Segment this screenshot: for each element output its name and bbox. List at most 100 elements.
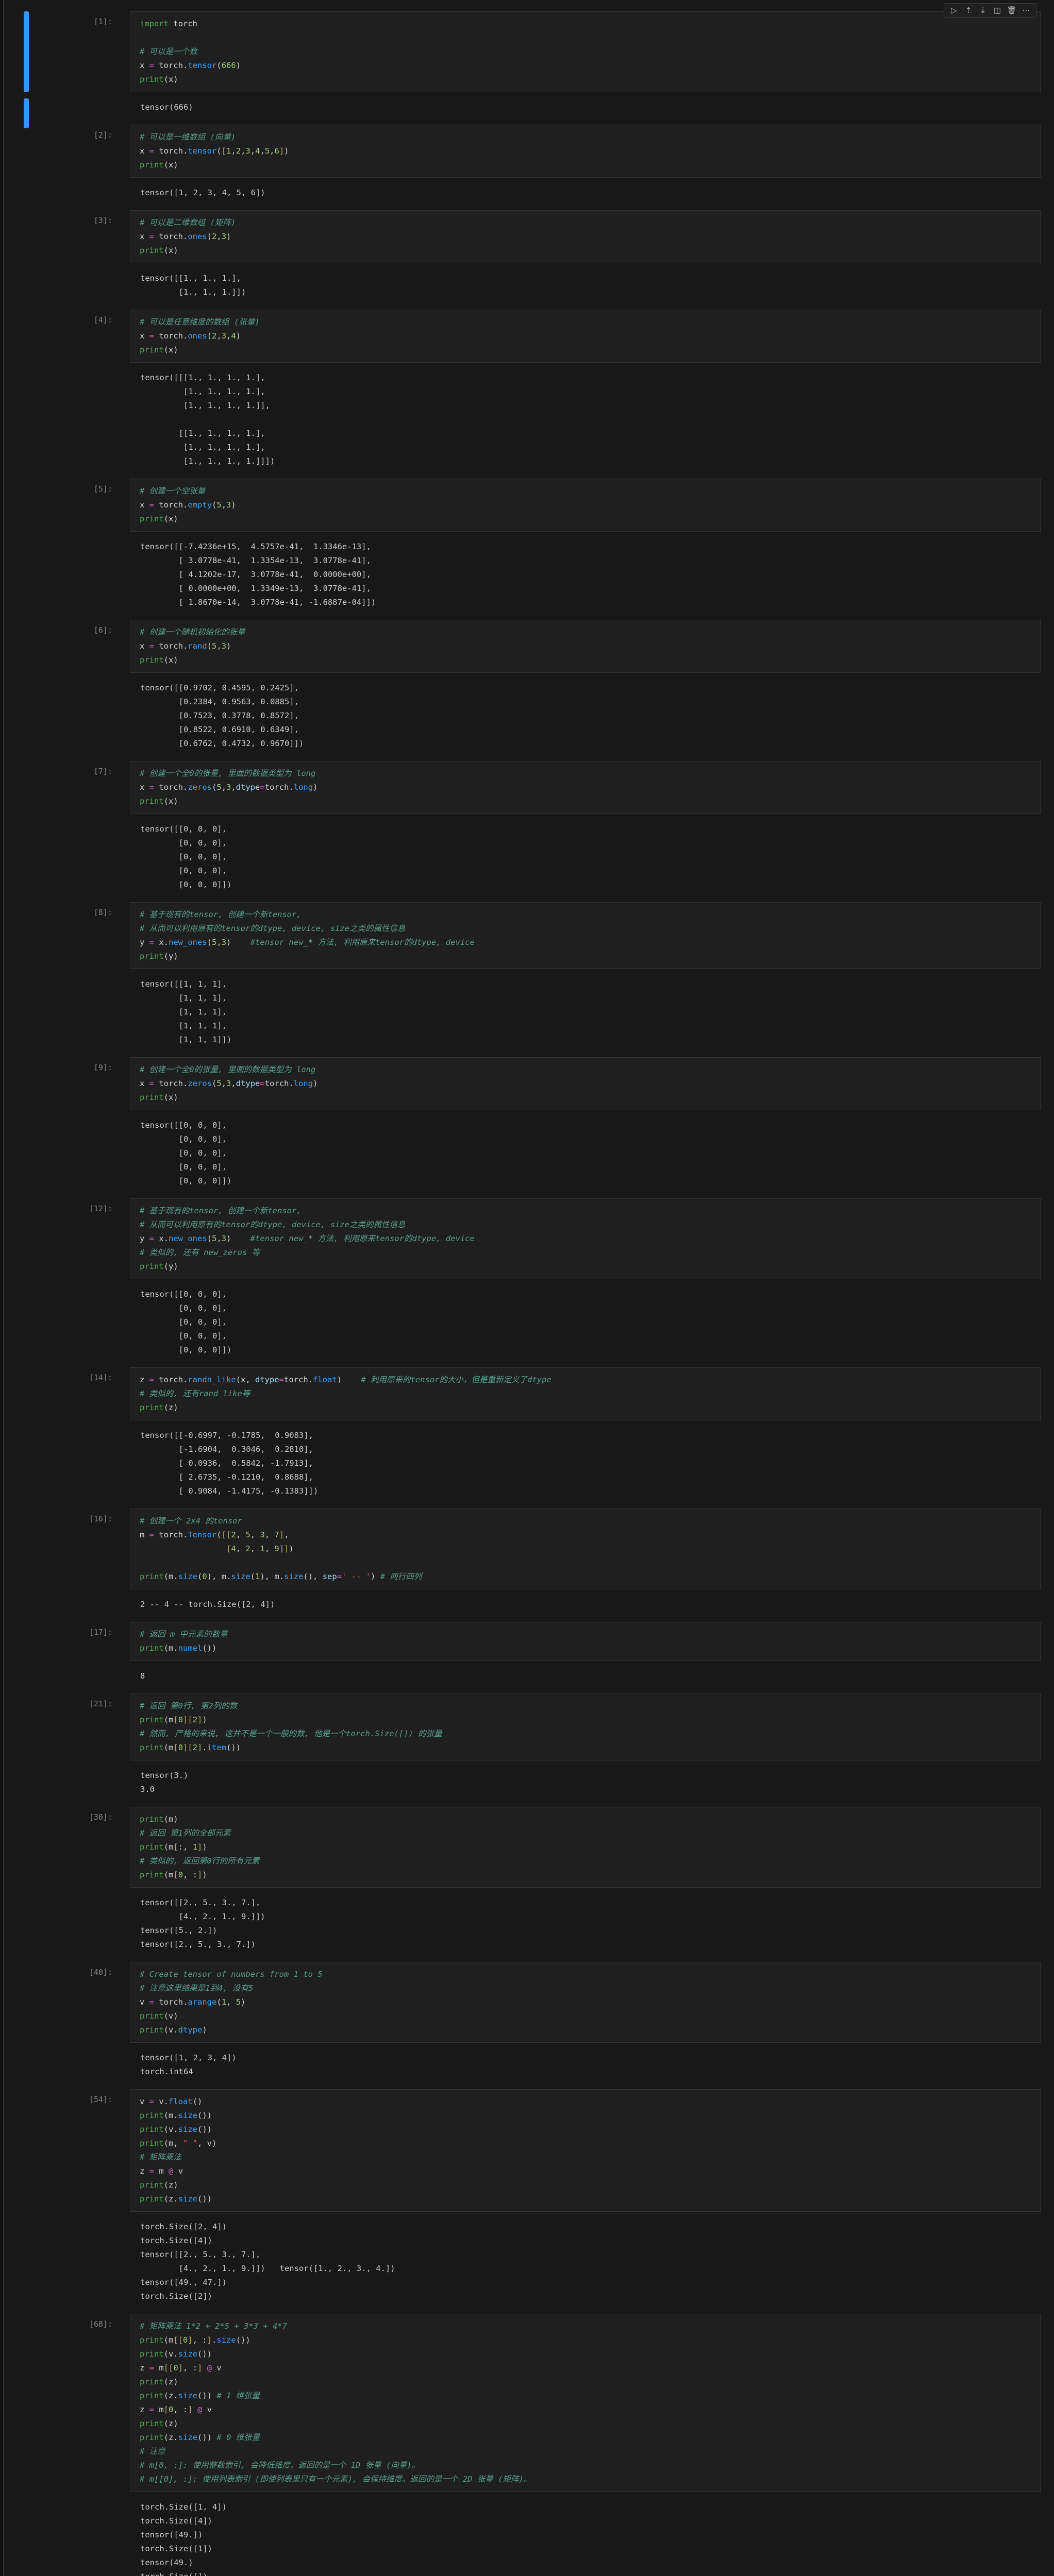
code-token: ()) [197, 2349, 212, 2359]
execution-count-label: [14]: [13, 1367, 112, 1420]
code-line: z = torch.randn_like(x, dtype=torch.floa… [140, 1373, 1031, 1387]
delete-cell-icon[interactable]: 🗑 [1006, 5, 1017, 15]
code-cell-editor[interactable]: # 创建一个全0的张量, 里面的数据类型为 longx = torch.zero… [130, 1057, 1041, 1110]
code-line: print(z) [140, 2178, 1031, 2192]
output-line: [1., 1., 1., 1.]]]) [140, 454, 1041, 468]
code-token: , [250, 1544, 260, 1553]
code-token: torch. [154, 146, 188, 156]
code-token: = [149, 331, 154, 341]
more-actions-icon[interactable]: ⋯ [1020, 5, 1032, 15]
code-cell-editor[interactable]: import torch # 可以是一个数x = torch.tensor(66… [130, 11, 1041, 92]
code-line [140, 31, 1031, 45]
code-token: z [140, 1375, 149, 1384]
code-token: 5 [265, 146, 270, 156]
code-token: , [284, 1530, 289, 1539]
output-line: [0, 0, 0]]) [140, 1343, 1041, 1357]
code-line: print(x) [140, 244, 1031, 258]
code-token: ) [241, 1997, 245, 2007]
output-line: [ 0.9084, -1.4175, -0.1383]]) [140, 1484, 1041, 1498]
code-cell-editor[interactable]: # 可以是二维数组 (矩阵)x = torch.ones(2,3)print(x… [130, 210, 1041, 263]
code-token: float [313, 1375, 337, 1384]
code-token: , [260, 146, 264, 156]
run-below-icon[interactable]: ⇣ [977, 5, 989, 15]
code-token: print [140, 345, 164, 354]
code-cell-editor[interactable]: # Create tensor of numbers from 1 to 5# … [130, 1962, 1041, 2043]
code-token: x [140, 331, 149, 341]
code-token: randn_like [188, 1375, 236, 1384]
code-token: 666 [222, 61, 236, 70]
output-line: [1, 1, 1]]) [140, 1033, 1041, 1047]
code-line: print(z.size()) # 1 维张量 [140, 2389, 1031, 2403]
code-cell-editor[interactable]: # 矩阵乘法 1*2 + 2*5 + 3*3 + 4*7print(m[[0],… [130, 2314, 1041, 2492]
code-cell-editor[interactable]: z = torch.randn_like(x, dtype=torch.floa… [130, 1367, 1041, 1420]
code-token: print [140, 1093, 164, 1102]
code-token: print [140, 1842, 164, 1852]
run-above-icon[interactable]: ⇡ [963, 5, 974, 15]
code-token: [[ [222, 1530, 231, 1539]
code-cell-editor[interactable]: # 基于现有的tensor, 创建一个新tensor,# 从而可以利用原有的te… [130, 1198, 1041, 1279]
code-token: , [265, 1530, 275, 1539]
output-execution-count-label [13, 2214, 112, 2304]
output-line: tensor(3.) [140, 1769, 1041, 1783]
code-token: ]] [279, 1544, 289, 1553]
code-token: , [231, 146, 236, 156]
code-token: = [149, 783, 154, 792]
code-cell-editor[interactable]: # 创建一个随机初始化的张量x = torch.rand(5,3)print(x… [130, 620, 1041, 673]
code-cell-editor[interactable]: # 基于现有的tensor, 创建一个新tensor,# 从而可以利用原有的te… [130, 902, 1041, 969]
code-token: ) [226, 1234, 250, 1243]
cell-input-wrap: # 创建一个空张量x = torch.empty(5,3)print(x) [130, 479, 1041, 532]
output-execution-count-label [13, 675, 112, 752]
code-line: print(v.size()) [140, 2347, 1031, 2361]
code-line: # 注意 [140, 2445, 1031, 2459]
notebook-cell: [17]:# 返回 m 中元素的数量print(m.numel())8 [13, 1622, 1041, 1684]
code-line: print(v.size()) [140, 2123, 1031, 2137]
split-cell-icon[interactable]: ◫ [992, 5, 1003, 15]
code-token: (m [164, 1715, 174, 1724]
cell-output: tensor([[-0.6997, -0.1785, 0.9083], [-1.… [130, 1422, 1041, 1499]
code-token: 5 [216, 500, 221, 510]
code-cell-editor[interactable]: # 创建一个空张量x = torch.empty(5,3)print(x) [130, 479, 1041, 532]
code-token: tensor [188, 146, 216, 156]
code-token: 0 [178, 1715, 183, 1724]
code-token: torch. [154, 1997, 188, 2007]
output-line: [0.6762, 0.4732, 0.9670]]) [140, 737, 1041, 751]
cell-output-wrap: tensor(666) [130, 94, 1041, 115]
code-token [193, 2405, 197, 2414]
output-line: [0, 0, 0], [140, 1329, 1041, 1343]
cell-output-row: tensor([1, 2, 3, 4, 5, 6]) [13, 180, 1041, 201]
code-token: 3 [226, 1079, 231, 1088]
output-line: tensor([[1, 1, 1], [140, 977, 1041, 991]
code-token: (m. [164, 2111, 178, 2120]
execution-count-label: [7]: [13, 761, 112, 814]
code-token: [[ [164, 2363, 174, 2372]
code-token: (z) [164, 1403, 178, 1412]
code-token: m [154, 2166, 169, 2176]
code-token: = [149, 1530, 154, 1539]
output-line: [ 0.0000e+00, 1.3349e-13, 3.0778e-41], [140, 582, 1041, 596]
code-cell-editor[interactable]: v = v.float()print(m.size())print(v.size… [130, 2089, 1041, 2212]
execution-count-label: [68]: [13, 2314, 112, 2492]
output-execution-count-label [13, 1281, 112, 1358]
code-cell-editor[interactable]: # 返回 m 中元素的数量print(m.numel()) [130, 1622, 1041, 1661]
code-cell-editor[interactable]: # 创建一个全0的张量, 里面的数据类型为 longx = torch.zero… [130, 761, 1041, 814]
code-token: = [149, 146, 154, 156]
code-token: ( [212, 500, 216, 510]
cell-input-row: [21]:# 返回 第0行, 第2列的数print(m[0][2])# 然而, … [13, 1693, 1041, 1760]
code-cell-editor[interactable]: # 返回 第0行, 第2列的数print(m[0][2])# 然而, 严格的来说… [130, 1693, 1041, 1760]
output-line: [0, 0, 0], [140, 1301, 1041, 1315]
code-token: size [178, 2391, 197, 2400]
code-cell-editor[interactable]: print(m)# 返回 第1列的全部元素print(m[:, 1])# 类似的… [130, 1807, 1041, 1888]
code-token: 5 [212, 1234, 216, 1243]
notebook-cell: [8]:# 基于现有的tensor, 创建一个新tensor,# 从而可以利用原… [13, 902, 1041, 1048]
run-cell-icon[interactable]: ▷ [948, 5, 960, 15]
code-cell-editor[interactable]: # 可以是任意维度的数组 (张量)x = torch.ones(2,3,4)pr… [130, 310, 1041, 363]
output-execution-count-label [13, 971, 112, 1048]
code-token: [ [173, 1743, 178, 1752]
code-token: z [140, 2363, 149, 2372]
code-comment: # 矩阵乘法 [140, 2153, 181, 2162]
code-token: , : [183, 1870, 197, 1879]
code-cell-editor[interactable]: # 可以是一维数组 (向量)x = torch.tensor([1,2,3,4,… [130, 125, 1041, 178]
code-line: v = torch.arange(1, 5) [140, 1995, 1031, 2009]
code-cell-editor[interactable]: # 创建一个 2x4 的tensorm = torch.Tensor([[2, … [130, 1509, 1041, 1589]
cell-output-row: 2 -- 4 -- torch.Size([2, 4]) [13, 1591, 1041, 1613]
